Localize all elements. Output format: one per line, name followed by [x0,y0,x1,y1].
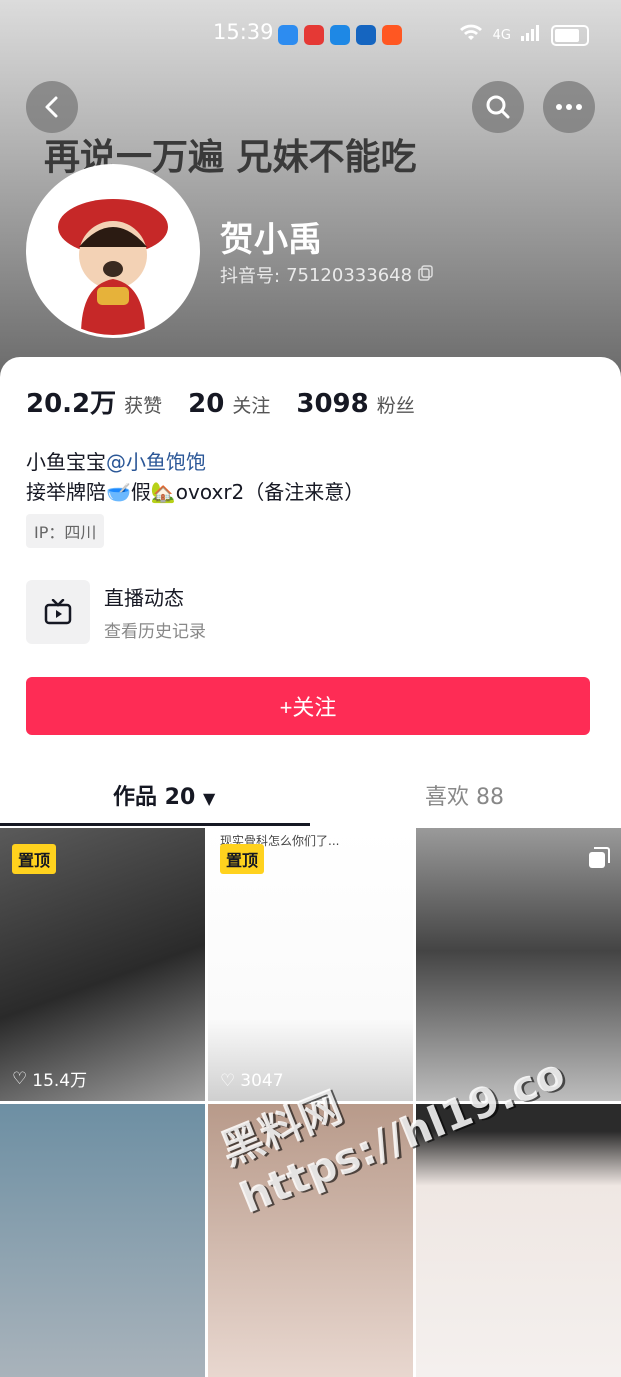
tab-works[interactable]: 作品 20 ▼ [113,779,215,811]
video-likes: ♡ 15.4万 [12,1066,88,1092]
status-bar: 15:39 4G [0,0,621,72]
status-time: 15:39 [213,20,274,44]
profile-name: 贺小禹 [220,220,322,260]
shop-app-icon [382,25,402,45]
caret-down-icon: ▼ [202,789,216,808]
search-button[interactable] [472,81,524,133]
video-likes: ♡ 3047 [220,1071,284,1091]
bio: 小鱼宝宝@小鱼饱饱 接举牌陪🥣假🏡ovoxr2（备注来意） [26,447,364,507]
heart-icon: ♡ [220,1071,236,1091]
bio-prefix: 小鱼宝宝 [26,450,106,474]
live-history-entry[interactable]: 直播动态 查看历史记录 [26,580,206,644]
tab-underline [0,823,310,826]
stat-likes-num: 20.2万 [26,389,117,419]
avatar[interactable] [26,164,200,338]
pinned-badge: 置顶 [12,844,57,874]
battery-icon [551,24,589,46]
tab-likes[interactable]: 喜欢 88 [425,779,504,811]
stat-following-num: 20 [188,389,225,419]
profile-id-value: 75120333648 [286,264,413,286]
live-subtitle: 查看历史记录 [104,622,206,642]
profile-id: 抖音号: 75120333648 [220,262,434,288]
copy-icon[interactable] [418,264,434,286]
stat-following[interactable]: 20 关注 [188,389,270,419]
wifi-icon [459,24,483,46]
status-right: 4G [459,24,589,46]
shield-app-icon [278,25,298,45]
search-icon [486,95,510,119]
video-likes-count: 15.4万 [32,1071,88,1091]
stat-likes-label: 获赞 [124,395,163,417]
bio-line-1: 小鱼宝宝@小鱼饱饱 [26,447,364,477]
bio-mention[interactable]: @小鱼饱饱 [106,450,206,474]
chevron-left-icon [45,96,58,118]
bio-line-2: 接举牌陪🥣假🏡ovoxr2（备注来意） [26,480,365,504]
stat-followers[interactable]: 3098 粉丝 [296,389,414,419]
video-tile[interactable] [0,1104,205,1377]
video-tile[interactable]: 置顶 ♡ 15.4万 [0,828,205,1101]
stats-row: 20.2万 获赞 20 关注 3098 粉丝 [26,383,415,420]
mail-app-icon [304,25,324,45]
chat-app-icon [330,25,350,45]
multi-image-icon [587,846,611,874]
signal-icon [521,25,541,45]
more-button[interactable] [543,81,595,133]
heart-icon: ♡ [12,1068,28,1089]
content-tabs: 作品 20 ▼ 喜欢 88 [0,775,621,826]
ip-tag: IP：四川 [26,514,105,548]
stat-likes[interactable]: 20.2万 获赞 [26,383,162,420]
profile-id-label: 抖音号: [220,266,281,287]
profile-header: 15:39 4G 再说一万遍 兄妹不能吃 贺小禹 抖音号: 7512033364… [0,0,621,380]
tab-works-label: 作品 20 [113,785,196,810]
network-label: 4G [492,27,511,43]
stat-followers-label: 粉丝 [376,395,415,417]
stat-followers-num: 3098 [296,389,369,419]
back-button[interactable] [26,81,78,133]
tv-icon [26,580,90,644]
live-title: 直播动态 [104,586,184,610]
pinned-badge: 置顶 [220,844,265,874]
browser-app-icon [356,25,376,45]
video-likes-count: 3047 [240,1071,284,1091]
more-icon [556,104,582,110]
status-app-icons [278,25,402,45]
stat-following-label: 关注 [232,395,271,417]
follow-button[interactable]: +关注 [26,677,590,735]
